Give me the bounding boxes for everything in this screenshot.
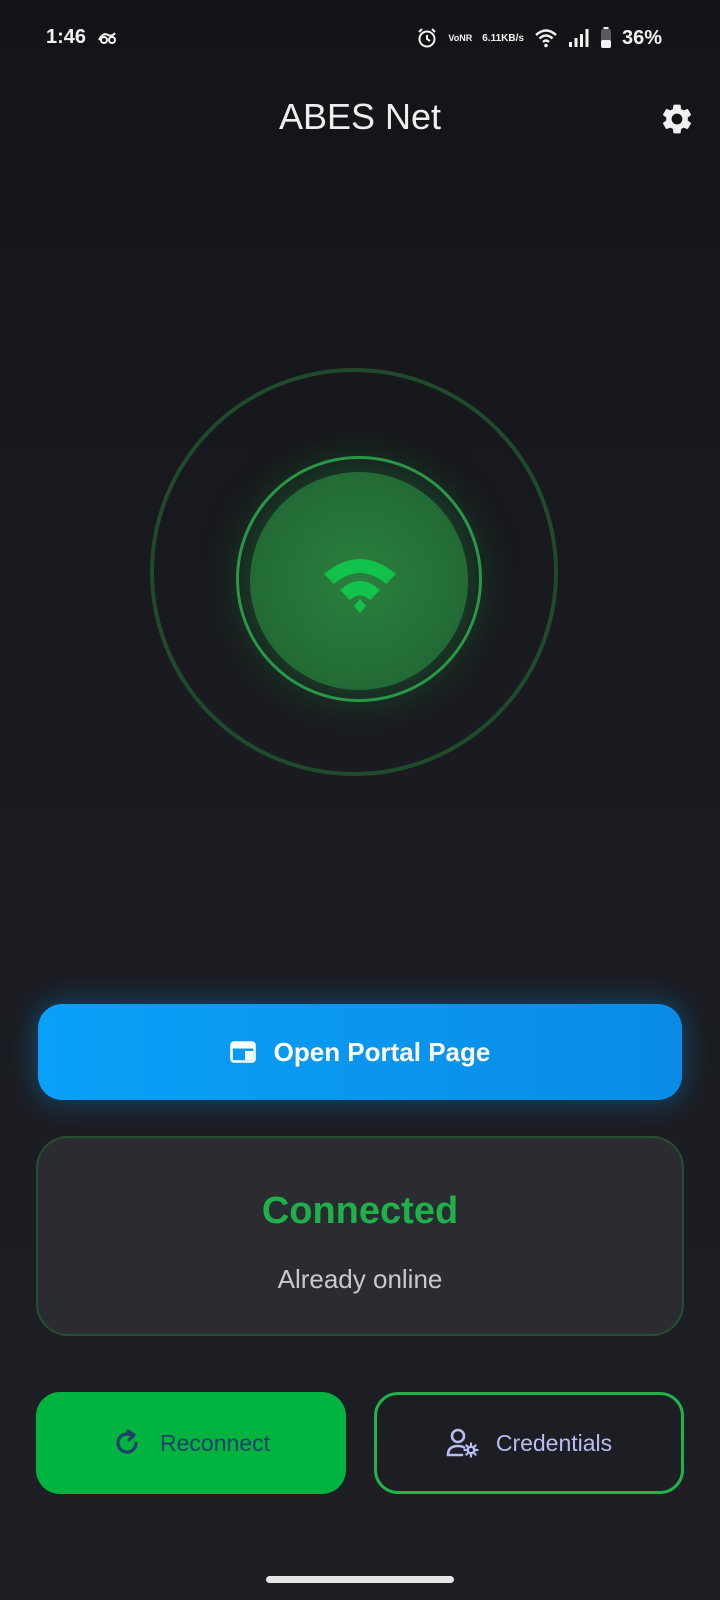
battery-percent: 36% — [621, 26, 662, 49]
signal-icon — [568, 29, 589, 47]
gear-icon — [662, 104, 692, 134]
open-portal-label: Open Portal Page — [273, 1036, 491, 1067]
user-settings-icon — [446, 1428, 479, 1458]
status-time: 1:46 — [46, 26, 87, 48]
connection-status: Connected — [261, 1190, 459, 1232]
home-indicator[interactable] — [266, 1576, 454, 1583]
wifi-status-icon — [535, 29, 557, 48]
refresh-icon — [116, 1429, 138, 1454]
volte-icon: Vo NR — [448, 32, 473, 43]
status-card: Connected Already online — [36, 1136, 684, 1336]
status-bar: 1:46 Vo NR 6.11 KB/s 36% — [0, 0, 720, 78]
reconnect-label: Reconnect — [160, 1429, 270, 1456]
network-speed: 6.11 KB/s — [482, 32, 524, 44]
credentials-label: Credentials — [495, 1429, 613, 1456]
status-icons: Vo NR 6.11 KB/s 36% — [416, 24, 662, 52]
web-page-icon — [229, 1041, 256, 1063]
connection-status-detail: Already online — [277, 1264, 443, 1294]
open-portal-button[interactable]: Open Portal Page — [38, 1004, 682, 1100]
reconnect-button[interactable]: Reconnect — [36, 1392, 346, 1494]
settings-button[interactable] — [656, 98, 698, 140]
credentials-button[interactable]: Credentials — [374, 1392, 684, 1494]
notification-icon — [98, 32, 116, 44]
battery-icon — [600, 27, 611, 48]
wifi-icon — [324, 559, 396, 613]
alarm-icon — [418, 28, 437, 48]
app-title: ABES Net — [278, 96, 442, 137]
